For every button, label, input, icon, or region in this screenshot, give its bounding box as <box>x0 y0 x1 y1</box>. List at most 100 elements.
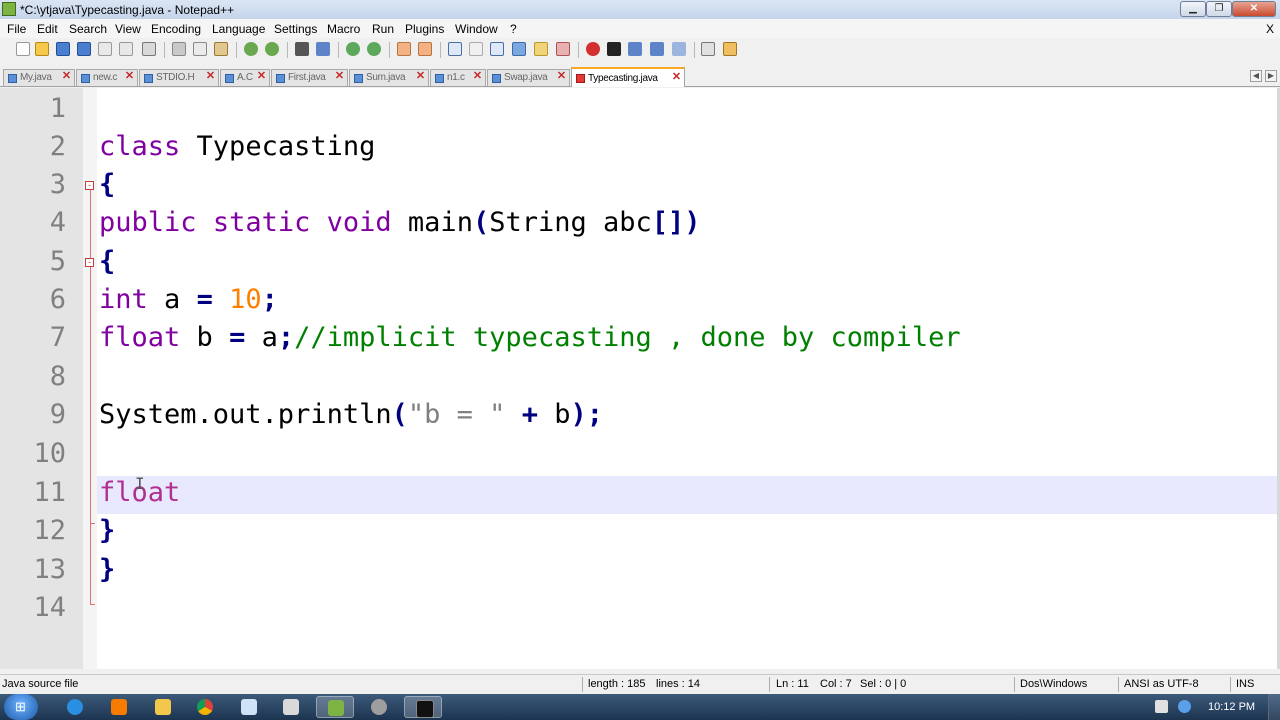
menu-search[interactable]: Search <box>69 22 107 36</box>
line-number: 9 <box>49 399 66 430</box>
menu-file[interactable]: File <box>7 22 26 36</box>
close-all-icon[interactable] <box>119 42 133 56</box>
code-line-3: { <box>99 166 115 204</box>
tab-label: First.java <box>288 72 326 83</box>
menu-plugins[interactable]: Plugins <box>405 22 444 36</box>
tab-close-icon[interactable]: ✕ <box>256 71 267 82</box>
open-file-icon[interactable] <box>35 42 49 56</box>
taskbar-chrome[interactable] <box>186 696 224 718</box>
tab-close-icon[interactable]: ✕ <box>472 71 483 82</box>
user-lang-icon[interactable] <box>512 42 526 56</box>
new-file-icon[interactable] <box>16 42 30 56</box>
file-tab-icon <box>492 74 501 83</box>
sync-vertical-icon[interactable] <box>397 42 411 56</box>
line-number: 12 <box>33 515 66 546</box>
status-insert-mode[interactable]: INS <box>1236 678 1254 690</box>
menu-encoding[interactable]: Encoding <box>151 22 201 36</box>
taskbar-command-prompt[interactable] <box>404 696 442 718</box>
document-close-x[interactable]: X <box>1266 22 1274 36</box>
start-button[interactable]: ⊞ <box>4 694 38 720</box>
tab-n1-c[interactable]: n1.c ✕ <box>430 69 486 86</box>
code-editor[interactable]: 1 2 3 4 5 6 7 8 9 10 11 12 13 14 - - cla… <box>0 88 1277 669</box>
tab-stdio-h[interactable]: STDIO.H ✕ <box>139 69 219 86</box>
status-eol[interactable]: Dos\Windows <box>1020 678 1087 690</box>
save-icon[interactable] <box>56 42 70 56</box>
tab-scroll-left-icon[interactable]: ◀ <box>1250 70 1262 82</box>
tray-flag-icon[interactable] <box>1155 700 1168 713</box>
minimize-button[interactable]: ▁ <box>1180 1 1206 17</box>
tab-scroll-right-icon[interactable]: ▶ <box>1265 70 1277 82</box>
keyword-token: int <box>99 284 148 315</box>
taskbar-notepad-plus-plus[interactable] <box>316 696 354 718</box>
taskbar-app[interactable] <box>360 696 398 718</box>
line-number: 11 <box>33 477 66 508</box>
fold-toggle-icon[interactable]: - <box>85 181 94 190</box>
code-line-13: } <box>99 551 115 589</box>
taskbar-xampp[interactable] <box>100 696 138 718</box>
brace-token: } <box>99 515 116 546</box>
status-encoding[interactable]: ANSI as UTF-8 <box>1124 678 1199 690</box>
save-all-icon[interactable] <box>77 42 91 56</box>
cut-icon[interactable] <box>172 42 186 56</box>
close-file-icon[interactable] <box>98 42 112 56</box>
taskbar-notepad[interactable] <box>230 696 268 718</box>
menu-language[interactable]: Language <box>212 22 265 36</box>
plugin-ds-icon[interactable] <box>701 42 715 56</box>
line-number-gutter: 1 2 3 4 5 6 7 8 9 10 11 12 13 14 <box>0 88 83 669</box>
replace-icon[interactable] <box>316 42 330 56</box>
tab-swap-java[interactable]: Swap.java ✕ <box>487 69 570 86</box>
paste-icon[interactable] <box>214 42 228 56</box>
show-desktop-button[interactable] <box>1268 694 1280 720</box>
menu-macro[interactable]: Macro <box>327 22 360 36</box>
redo-icon[interactable] <box>265 42 279 56</box>
tab-my-java[interactable]: My.java ✕ <box>3 69 75 86</box>
taskbar-file-explorer[interactable] <box>144 696 182 718</box>
tab-close-icon[interactable]: ✕ <box>415 71 426 82</box>
tab-first-java[interactable]: First.java ✕ <box>271 69 348 86</box>
menu-settings[interactable]: Settings <box>274 22 317 36</box>
tab-typecasting-java[interactable]: Typecasting.java ✕ <box>571 67 685 87</box>
menu-run[interactable]: Run <box>372 22 394 36</box>
tab-close-icon[interactable]: ✕ <box>205 71 216 82</box>
close-button[interactable]: ✕ <box>1232 1 1276 17</box>
menu-window[interactable]: Window <box>455 22 498 36</box>
menu-edit[interactable]: Edit <box>37 22 58 36</box>
zoom-out-icon[interactable] <box>367 42 381 56</box>
indent-guide-icon[interactable] <box>490 42 504 56</box>
run-macro-multiple-icon[interactable] <box>650 42 664 56</box>
zoom-in-icon[interactable] <box>346 42 360 56</box>
taskbar-folder[interactable] <box>272 696 310 718</box>
word-wrap-icon[interactable] <box>448 42 462 56</box>
menu-view[interactable]: View <box>115 22 141 36</box>
tab-close-icon[interactable]: ✕ <box>671 72 682 83</box>
tab-close-icon[interactable]: ✕ <box>334 71 345 82</box>
tab-close-icon[interactable]: ✕ <box>61 71 72 82</box>
doc-map-icon[interactable] <box>534 42 548 56</box>
record-macro-icon[interactable] <box>586 42 600 56</box>
tab-close-icon[interactable]: ✕ <box>556 71 567 82</box>
stop-macro-icon[interactable] <box>607 42 621 56</box>
sync-horizontal-icon[interactable] <box>418 42 432 56</box>
status-selection: Sel : 0 | 0 <box>860 678 907 690</box>
play-macro-icon[interactable] <box>628 42 642 56</box>
keyword-token: public <box>99 207 197 238</box>
tab-sum-java[interactable]: Sum.java ✕ <box>349 69 429 86</box>
tray-network-icon[interactable] <box>1178 700 1191 713</box>
tab-close-icon[interactable]: ✕ <box>124 71 135 82</box>
undo-icon[interactable] <box>244 42 258 56</box>
copy-icon[interactable] <box>193 42 207 56</box>
tab-a-c[interactable]: A.C ✕ <box>220 69 270 86</box>
save-macro-icon[interactable] <box>672 42 686 56</box>
plugin-extra-icon[interactable] <box>723 42 737 56</box>
function-list-icon[interactable] <box>556 42 570 56</box>
line-number: 13 <box>33 554 66 585</box>
find-icon[interactable] <box>295 42 309 56</box>
taskbar-clock[interactable]: 10:12 PM <box>1208 701 1255 713</box>
maximize-button[interactable]: ❐ <box>1206 1 1232 17</box>
fold-toggle-icon[interactable]: - <box>85 258 94 267</box>
taskbar-internet-explorer[interactable] <box>56 696 94 718</box>
tab-new-c[interactable]: new.c ✕ <box>76 69 138 86</box>
show-all-chars-icon[interactable] <box>469 42 483 56</box>
print-icon[interactable] <box>142 42 156 56</box>
menu-help[interactable]: ? <box>510 22 517 36</box>
